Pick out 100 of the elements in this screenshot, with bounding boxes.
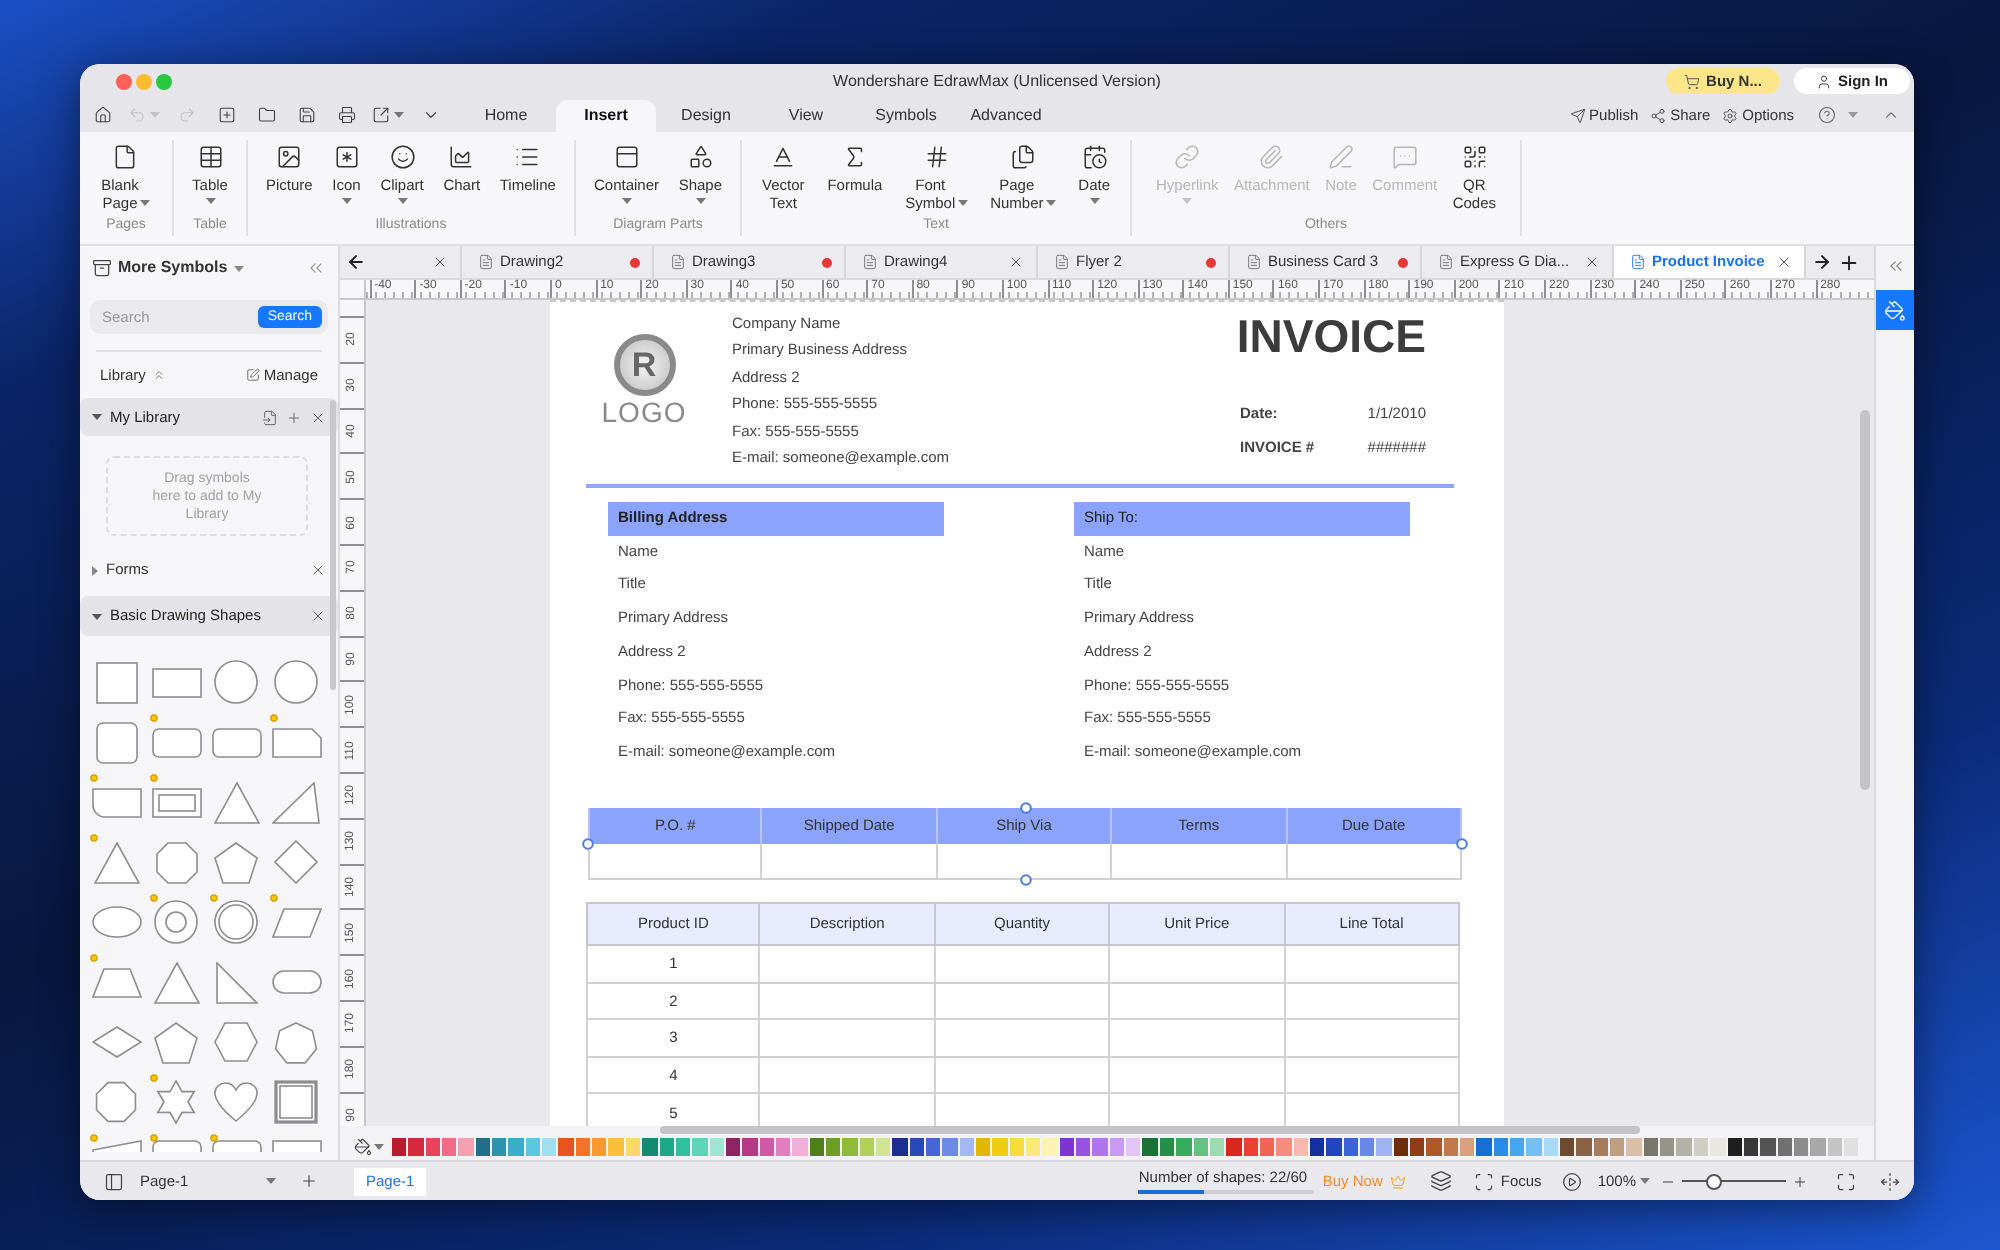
color-swatch[interactable] [909,1138,924,1156]
color-swatch[interactable] [892,1138,908,1156]
square-icon[interactable] [95,661,137,703]
window-close-button[interactable] [116,73,132,89]
color-swatch[interactable] [1343,1138,1358,1156]
color-swatch[interactable] [425,1138,441,1156]
play-icon[interactable] [1561,1171,1582,1191]
star-icon[interactable] [154,1080,198,1124]
menu-tab[interactable]: Symbols [856,100,956,132]
menu-tab[interactable]: Design [656,100,756,132]
color-swatch[interactable] [725,1138,741,1156]
color-swatch[interactable] [508,1138,524,1156]
close-icon[interactable] [1008,254,1024,270]
folder-icon[interactable] [257,106,275,124]
color-swatch[interactable] [1593,1138,1609,1156]
menu-tab[interactable]: Home [456,100,556,132]
color-swatch[interactable] [1209,1138,1225,1156]
rounded-rectangle-icon[interactable] [211,727,261,757]
color-swatch[interactable] [1426,1138,1442,1156]
color-swatch[interactable] [775,1138,791,1156]
octagon-icon[interactable] [94,1080,138,1124]
color-swatch[interactable] [759,1138,774,1156]
fullscreen-icon[interactable] [1836,1171,1856,1191]
color-swatch[interactable] [1109,1138,1125,1156]
color-swatch[interactable] [1576,1138,1592,1156]
close-icon[interactable] [310,608,326,624]
framed-rectangle-icon[interactable] [151,787,201,817]
plus-icon[interactable] [1838,251,1860,273]
color-swatch[interactable] [842,1138,858,1156]
color-swatch[interactable] [1693,1138,1709,1156]
style-panel-button[interactable] [1875,290,1914,330]
arrow-out-square-icon[interactable] [372,106,390,124]
color-swatch[interactable] [1409,1138,1425,1156]
color-swatch[interactable] [1493,1138,1509,1156]
rhombus-icon[interactable] [91,1026,141,1058]
color-swatch[interactable] [625,1138,641,1156]
caret-right-icon[interactable] [92,565,98,575]
color-swatch[interactable] [1259,1138,1275,1156]
caret-down-icon[interactable] [92,613,102,619]
close-icon[interactable] [432,254,448,270]
color-swatch[interactable] [608,1138,624,1156]
color-swatch[interactable] [1059,1138,1075,1156]
double-chevron-left-icon[interactable] [1885,256,1905,276]
color-swatch[interactable] [1510,1138,1525,1156]
vertical-scrollbar[interactable] [1860,410,1870,790]
color-swatch[interactable] [1176,1138,1191,1156]
menu-tab[interactable]: Insert [556,100,656,132]
slanted-triangle-icon[interactable] [272,781,320,823]
color-swatch[interactable] [408,1138,424,1156]
ring-icon[interactable] [154,900,198,944]
color-swatch[interactable] [1092,1138,1108,1156]
sidebar-panel-icon[interactable] [104,1171,124,1191]
color-swatch[interactable] [692,1138,708,1156]
color-swatch[interactable] [1643,1138,1659,1156]
color-swatch[interactable] [1042,1138,1058,1156]
selection-handle-icon[interactable] [1019,874,1031,887]
color-swatch[interactable] [1293,1138,1308,1156]
triangle-icon[interactable] [213,781,259,823]
color-swatch[interactable] [926,1138,941,1156]
color-swatch[interactable] [709,1138,724,1156]
square-frame-icon[interactable] [274,1080,318,1124]
color-swatch[interactable] [959,1138,975,1156]
color-swatch[interactable] [1626,1138,1642,1156]
pentagon-icon[interactable] [214,841,258,883]
color-swatch[interactable] [1543,1138,1559,1156]
color-swatch[interactable] [1376,1138,1392,1156]
color-swatch[interactable] [1610,1138,1625,1156]
color-swatch[interactable] [1810,1138,1826,1156]
arrow-right-icon[interactable] [1812,252,1832,272]
help-icon[interactable] [1818,106,1836,124]
color-swatch[interactable] [1393,1138,1408,1156]
color-swatch[interactable] [1076,1138,1091,1156]
color-swatch[interactable] [1276,1138,1292,1156]
color-swatch[interactable] [575,1138,591,1156]
color-swatch[interactable] [809,1138,824,1156]
fill-color-button[interactable] [354,1138,384,1156]
chevron-down-icon[interactable] [421,106,439,124]
pentagon-icon[interactable] [154,1021,198,1063]
color-swatch[interactable] [1710,1138,1725,1156]
parallelogram-icon[interactable] [271,907,321,937]
triangle-icon[interactable] [153,961,199,1003]
close-icon[interactable] [1584,254,1600,270]
rounded-rectangle-icon[interactable] [151,727,201,757]
heart-icon[interactable] [214,1082,258,1122]
color-swatch[interactable] [659,1138,674,1156]
color-swatch[interactable] [1676,1138,1692,1156]
color-swatch[interactable] [825,1138,841,1156]
save-icon[interactable] [297,106,315,124]
color-swatch[interactable] [792,1138,808,1156]
hexagon-icon[interactable] [214,1022,258,1062]
right-triangle-icon[interactable] [215,961,257,1003]
selection-handle-icon[interactable] [582,838,594,851]
menu-tab[interactable]: View [756,100,856,132]
color-swatch[interactable] [1476,1138,1492,1156]
close-icon[interactable] [1776,254,1792,270]
color-swatch[interactable] [1009,1138,1025,1156]
color-swatch[interactable] [458,1138,474,1156]
close-icon[interactable] [310,409,326,425]
color-swatch[interactable] [875,1138,891,1156]
color-swatch[interactable] [942,1138,958,1156]
